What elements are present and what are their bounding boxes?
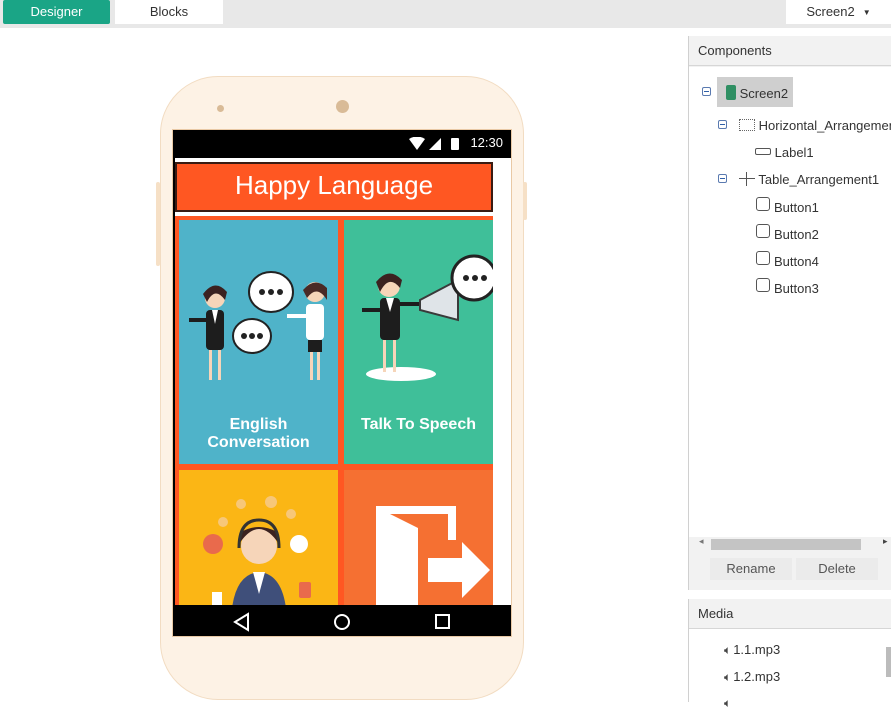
status-bar: 12:30 [173,130,511,158]
media-item-partial[interactable]: 🔈︎ [724,695,733,711]
components-title: Components [689,36,891,66]
tree-item-label: Horizontal_Arrangemen [758,118,891,133]
speaker-icon: 🔈︎ [724,643,732,657]
talk-to-speech-label: Talk To Speech [361,416,476,433]
english-conversation-label: English Conversation [207,416,310,451]
tree-item-button1[interactable]: Button1 [774,200,819,215]
horizontal-arrangement-icon [739,119,755,131]
back-icon [233,612,249,632]
home-icon [334,614,350,630]
collapse-toggle-icon[interactable] [718,174,727,183]
side-button-right [523,182,527,220]
top-toolbar: Designer Blocks Screen2 ▼ [0,0,891,28]
side-button-left [156,182,160,266]
media-item-label: 1.1.mp3 [733,642,781,657]
caret-down-icon: ▼ [862,7,871,17]
tree-item-label: Screen2 [739,86,789,101]
screen-select-label: Screen2 [806,4,855,19]
components-tree: Screen2 Horizontal_Arrangemen Label1 Tab… [689,67,891,537]
media-panel: Media 🔈︎ 1.1.mp3 🔈︎ 1.2.mp3 🔈︎ [688,599,891,710]
delete-button[interactable]: Delete [796,558,878,580]
talk-to-speech-button[interactable]: Talk To Speech [344,220,493,464]
support-agent-icon [203,496,311,605]
nav-bar [173,605,511,636]
scroll-left-icon[interactable]: ◂ [699,537,704,547]
button-icon [756,224,770,238]
button-icon [756,197,770,211]
wifi-icon [409,137,425,150]
table-arrangement: English Conversation Talk To Speech [175,216,493,605]
battery-icon [451,138,459,150]
label-icon [755,148,771,155]
media-item[interactable]: 🔈︎ 1.1.mp3 [724,642,780,658]
button-icon [756,251,770,265]
signal-icon [429,138,441,150]
media-title: Media [689,599,891,629]
collapse-toggle-icon[interactable] [702,87,711,96]
scroll-right-icon[interactable]: ▸ [883,537,888,547]
support-agent-button[interactable] [179,470,338,605]
tree-item-label1[interactable]: Label1 [755,145,814,160]
exit-button[interactable] [344,470,493,605]
speaker-icon: 🔈︎ [724,670,732,684]
collapse-toggle-icon[interactable] [718,120,727,129]
exit-door-icon [376,506,490,605]
horizontal-arrangement-header: Happy Language [175,162,493,212]
blocks-button[interactable]: Blocks [115,0,223,24]
media-item-label: 1.2.mp3 [733,669,781,684]
tree-item-button4[interactable]: Button4 [774,254,819,269]
speaker-icon: 🔈︎ [724,696,732,710]
app-title-label: Happy Language [234,170,434,200]
media-scrollbar-thumb[interactable] [886,647,891,677]
camera-dot [336,100,349,113]
phone-icon [726,85,736,100]
screen-select-dropdown[interactable]: Screen2 ▼ [786,0,891,24]
tree-item-screen2[interactable]: Screen2 [726,85,788,101]
app-viewport: Happy Language English Conversation Talk… [175,158,511,605]
designer-button[interactable]: Designer [3,0,110,24]
tree-item-label: Table_Arrangement1 [758,172,880,187]
megaphone-illustration-icon [362,254,493,381]
rename-button[interactable]: Rename [710,558,792,580]
tree-item-table-arrangement[interactable]: Table_Arrangement1 [739,172,879,187]
table-arrangement-icon [739,172,755,186]
components-panel: Components Screen2 Horizontal_Arrangemen… [688,36,891,590]
conversation-illustration-icon [189,271,327,380]
tree-horizontal-scrollbar[interactable]: ◂ ▸ [699,537,889,551]
media-item[interactable]: 🔈︎ 1.2.mp3 [724,669,780,685]
button-icon [756,278,770,292]
tree-item-button2[interactable]: Button2 [774,227,819,242]
english-conversation-button[interactable]: English Conversation [179,220,338,464]
sensor-dot [217,105,224,112]
tree-item-label: Label1 [774,145,814,160]
scrollbar-thumb[interactable] [711,539,861,550]
status-icons [409,137,459,150]
recents-icon [435,614,450,629]
phone-screen: 12:30 Happy Language English Conversatio… [172,129,512,637]
status-clock: 12:30 [470,135,503,150]
tree-item-horizontal-arrangement[interactable]: Horizontal_Arrangemen [739,118,891,133]
tree-item-button3[interactable]: Button3 [774,281,819,296]
